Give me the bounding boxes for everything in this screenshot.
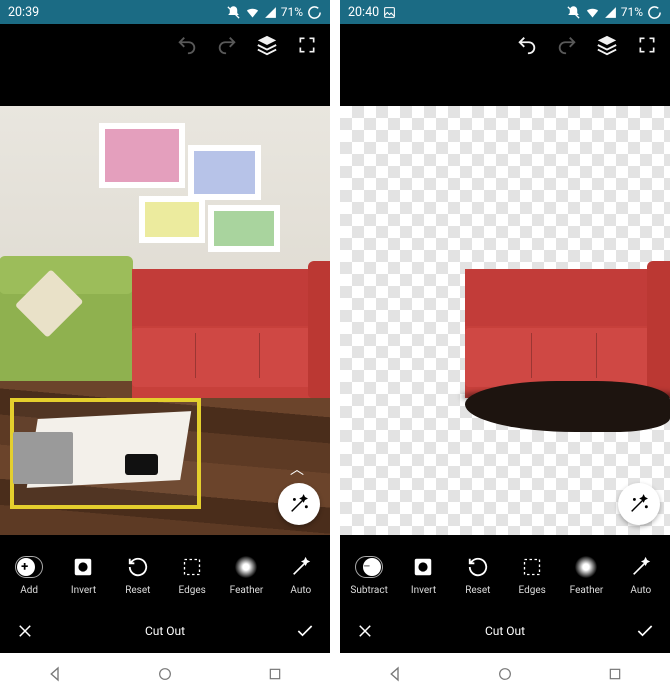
nav-home-button[interactable] bbox=[494, 663, 516, 685]
nav-back-button[interactable] bbox=[384, 663, 406, 685]
cancel-button[interactable] bbox=[14, 620, 36, 642]
tool-label: Add bbox=[20, 585, 38, 596]
photo-room-scene bbox=[0, 106, 330, 535]
magic-wand-fab[interactable] bbox=[278, 483, 320, 525]
canvas-area[interactable]: ︿ bbox=[0, 66, 330, 535]
tool-label: Auto bbox=[290, 585, 311, 596]
tool-add[interactable]: + Add bbox=[4, 553, 54, 596]
photo-cutout-result bbox=[340, 106, 670, 535]
nav-back-button[interactable] bbox=[44, 663, 66, 685]
tool-label: Reset bbox=[465, 585, 490, 596]
sync-icon bbox=[647, 5, 662, 20]
nav-home-button[interactable] bbox=[154, 663, 176, 685]
screen-title: Cut Out bbox=[145, 624, 185, 638]
undo-button[interactable] bbox=[516, 34, 538, 56]
tool-invert[interactable]: Invert bbox=[398, 553, 448, 596]
red-couch bbox=[132, 269, 330, 398]
layers-button[interactable] bbox=[596, 34, 618, 56]
tool-label: Auto bbox=[630, 585, 651, 596]
image-notification-icon bbox=[383, 6, 396, 19]
canvas-area[interactable] bbox=[340, 66, 670, 535]
nav-recents-button[interactable] bbox=[264, 663, 286, 685]
tool-label: Feather bbox=[230, 585, 264, 596]
screen-title: Cut Out bbox=[485, 624, 525, 638]
confirm-button[interactable] bbox=[634, 620, 656, 642]
tool-reset[interactable]: Reset bbox=[113, 553, 163, 596]
sync-icon bbox=[307, 5, 322, 20]
tool-auto[interactable]: Auto bbox=[616, 553, 666, 596]
tool-invert[interactable]: Invert bbox=[58, 553, 108, 596]
signal-icon bbox=[604, 6, 617, 19]
fullscreen-button[interactable] bbox=[296, 34, 318, 56]
tool-label: Invert bbox=[71, 585, 96, 596]
confirm-button[interactable] bbox=[294, 620, 316, 642]
magic-wand-fab[interactable] bbox=[618, 483, 660, 525]
status-battery: 71% bbox=[281, 5, 303, 19]
tool-row: + Add Invert Reset Edges Feather Auto bbox=[0, 535, 330, 609]
wifi-icon bbox=[245, 5, 260, 20]
tool-row: − Subtract Invert Reset Edges Feather Au… bbox=[340, 535, 670, 609]
tool-reset[interactable]: Reset bbox=[453, 553, 503, 596]
android-nav-bar bbox=[340, 653, 670, 695]
tool-edges[interactable]: Edges bbox=[167, 553, 217, 596]
bottom-bar: Cut Out bbox=[340, 609, 670, 653]
wifi-icon bbox=[585, 5, 600, 20]
phone-screenshot-left: 20:39 71% bbox=[0, 0, 330, 695]
chevron-up-icon[interactable]: ︿ bbox=[290, 459, 304, 479]
tool-label: Reset bbox=[125, 585, 150, 596]
nav-recents-button[interactable] bbox=[604, 663, 626, 685]
status-bar: 20:39 71% bbox=[0, 0, 330, 24]
redo-button[interactable] bbox=[216, 34, 238, 56]
red-couch-cutout bbox=[465, 269, 670, 398]
app-topbar bbox=[0, 24, 330, 66]
tool-feather[interactable]: Feather bbox=[561, 553, 611, 596]
mute-icon bbox=[226, 5, 241, 20]
signal-icon bbox=[264, 6, 277, 19]
status-time: 20:39 bbox=[8, 5, 39, 20]
status-battery: 71% bbox=[621, 5, 643, 19]
status-bar: 20:40 71% bbox=[340, 0, 670, 24]
mute-icon bbox=[566, 5, 581, 20]
tool-auto[interactable]: Auto bbox=[276, 553, 326, 596]
undo-button[interactable] bbox=[176, 34, 198, 56]
tool-label: Edges bbox=[178, 585, 205, 596]
android-nav-bar bbox=[0, 653, 330, 695]
tool-label: Edges bbox=[518, 585, 545, 596]
tool-edges[interactable]: Edges bbox=[507, 553, 557, 596]
cancel-button[interactable] bbox=[354, 620, 376, 642]
app-topbar bbox=[340, 24, 670, 66]
layers-button[interactable] bbox=[256, 34, 278, 56]
tool-label: Feather bbox=[570, 585, 604, 596]
phone-screenshot-right: 20:40 71% bbox=[340, 0, 670, 695]
bottom-bar: Cut Out bbox=[0, 609, 330, 653]
tool-feather[interactable]: Feather bbox=[221, 553, 271, 596]
tool-label: Invert bbox=[411, 585, 436, 596]
status-time: 20:40 bbox=[348, 5, 379, 20]
fullscreen-button[interactable] bbox=[636, 34, 658, 56]
tool-subtract[interactable]: − Subtract bbox=[344, 553, 394, 596]
tool-label: Subtract bbox=[350, 585, 387, 596]
redo-button[interactable] bbox=[556, 34, 578, 56]
